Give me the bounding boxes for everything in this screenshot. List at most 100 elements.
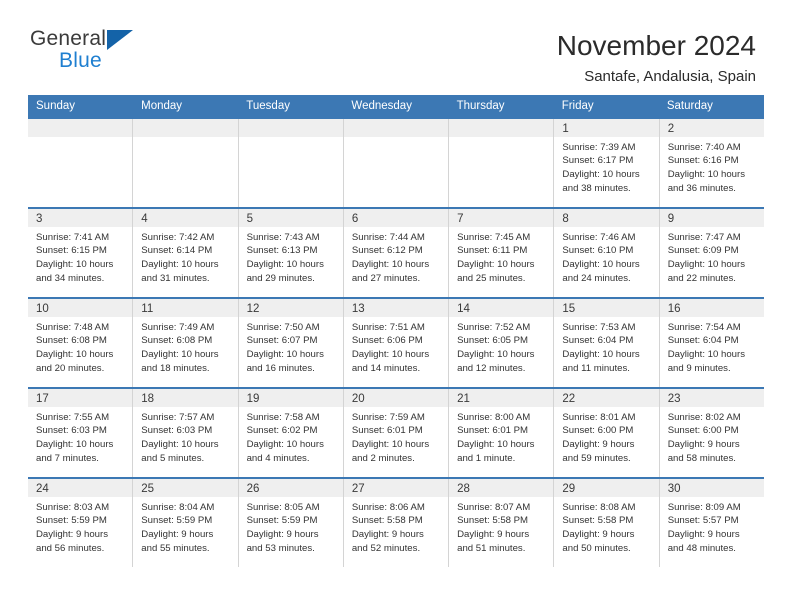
sunset-time: Sunset: 6:15 PM [36, 245, 107, 257]
day-number: 21 [449, 388, 554, 407]
sunset-time: Sunset: 6:06 PM [351, 335, 423, 347]
day-number: 3 [28, 208, 133, 227]
calendar-day-cell[interactable]: 17 Sunrise: 7:55 AM Sunset: 6:03 PM Dayligh… [28, 388, 134, 477]
calendar-day-cell[interactable]: 26 Sunrise: 8:05 AM Sunset: 5:59 PM Dayligh… [238, 478, 344, 567]
daylight-duration-line1: Daylight: 10 hours [36, 439, 114, 451]
location-subtitle: Santafe, Andalusia, Spain [584, 68, 756, 86]
daylight-duration-line1: Daylight: 10 hours [246, 439, 324, 451]
sunrise-time: Sunrise: 7:57 AM [141, 411, 215, 423]
calendar-day-cell-empty [343, 118, 450, 207]
calendar-day-cell[interactable]: 15 Sunrise: 7:53 AM Sunset: 6:04 PM Dayligh… [554, 298, 660, 387]
day-number [238, 118, 343, 137]
sunset-time: Sunset: 6:16 PM [667, 155, 739, 167]
page-header: General Blue November 2024 Santafe, Anda… [0, 0, 792, 95]
day-number: 30 [659, 478, 764, 497]
calendar-day-cell[interactable]: 29 Sunrise: 8:08 AM Sunset: 5:58 PM Dayligh… [554, 478, 660, 567]
calendar-day-cell[interactable]: 3 Sunrise: 7:41 AM Sunset: 6:15 PM Daylight… [28, 208, 134, 297]
daylight-duration-line2: and 59 minutes. [562, 452, 631, 464]
daylight-duration-line2: and 12 minutes. [457, 362, 526, 374]
calendar-day-cell[interactable]: 8 Sunrise: 7:46 AM Sunset: 6:10 PM Daylight… [554, 208, 660, 297]
sunrise-time: Sunrise: 7:58 AM [246, 411, 320, 423]
sunset-time: Sunset: 6:10 PM [562, 245, 634, 257]
sunrise-time: Sunrise: 8:04 AM [141, 501, 215, 513]
day-details: Sunrise: 7:59 AM Sunset: 6:01 PM Daylight:… [344, 407, 448, 465]
calendar-day-cell[interactable]: 1 Sunrise: 7:39 AM Sunset: 6:17 PM Daylight… [554, 118, 660, 207]
daylight-duration-line2: and 56 minutes. [36, 542, 105, 554]
sunset-time: Sunset: 6:03 PM [141, 425, 213, 437]
daylight-duration-line1: Daylight: 10 hours [141, 259, 219, 271]
calendar-day-cell[interactable]: 23 Sunrise: 8:02 AM Sunset: 6:00 PM Dayligh… [659, 388, 764, 477]
day-number: 6 [343, 208, 449, 227]
calendar-day-cell[interactable]: 14 Sunrise: 7:52 AM Sunset: 6:05 PM Dayligh… [449, 298, 555, 387]
weekday-header-thursday: Thursday [456, 100, 505, 112]
calendar-day-cell[interactable]: 2 Sunrise: 7:40 AM Sunset: 6:16 PM Daylight… [659, 118, 764, 207]
daylight-duration-line2: and 25 minutes. [457, 272, 526, 284]
sunset-time: Sunset: 6:00 PM [667, 425, 739, 437]
calendar-day-cell-empty [133, 118, 239, 207]
day-details: Sunrise: 7:53 AM Sunset: 6:04 PM Daylight:… [554, 317, 658, 375]
daylight-duration-line1: Daylight: 10 hours [667, 349, 746, 361]
calendar-day-cell[interactable]: 24 Sunrise: 8:03 AM Sunset: 5:59 PM Dayligh… [28, 478, 134, 567]
sunrise-time: Sunrise: 8:08 AM [562, 501, 636, 513]
day-number: 24 [28, 478, 133, 497]
calendar-day-cell[interactable]: 27 Sunrise: 8:06 AM Sunset: 5:58 PM Dayligh… [343, 478, 450, 567]
day-details: Sunrise: 8:01 AM Sunset: 6:00 PM Daylight:… [554, 407, 658, 465]
daylight-duration-line2: and 58 minutes. [667, 452, 736, 464]
calendar-day-cell[interactable]: 30 Sunrise: 8:09 AM Sunset: 5:57 PM Dayligh… [659, 478, 764, 567]
calendar-day-cell[interactable]: 18 Sunrise: 7:57 AM Sunset: 6:03 PM Dayligh… [133, 388, 239, 477]
day-details: Sunrise: 7:55 AM Sunset: 6:03 PM Daylight:… [28, 407, 132, 465]
sunrise-time: Sunrise: 8:06 AM [351, 501, 425, 513]
calendar-day-cell[interactable]: 20 Sunrise: 7:59 AM Sunset: 6:01 PM Dayligh… [343, 388, 450, 477]
calendar-day-cell[interactable]: 7 Sunrise: 7:45 AM Sunset: 6:11 PM Daylight… [449, 208, 555, 297]
calendar-day-cell[interactable]: 10 Sunrise: 7:48 AM Sunset: 6:08 PM Dayligh… [28, 298, 134, 387]
daylight-duration-line2: and 5 minutes. [141, 452, 205, 464]
daylight-duration-line1: Daylight: 10 hours [457, 259, 535, 271]
calendar-day-cell[interactable]: 12 Sunrise: 7:50 AM Sunset: 6:07 PM Dayligh… [238, 298, 344, 387]
calendar-day-cell[interactable]: 11 Sunrise: 7:49 AM Sunset: 6:08 PM Dayligh… [133, 298, 239, 387]
daylight-duration-line2: and 53 minutes. [246, 542, 315, 554]
calendar-day-cell[interactable]: 28 Sunrise: 8:07 AM Sunset: 5:58 PM Dayligh… [449, 478, 555, 567]
calendar-day-cell[interactable]: 9 Sunrise: 7:47 AM Sunset: 6:09 PM Daylight… [659, 208, 764, 297]
sunset-time: Sunset: 6:08 PM [36, 335, 107, 347]
daylight-duration-line2: and 18 minutes. [141, 362, 210, 374]
sunrise-time: Sunrise: 8:05 AM [246, 501, 320, 513]
day-details: Sunrise: 7:43 AM Sunset: 6:13 PM Daylight:… [239, 227, 343, 285]
daylight-duration-line1: Daylight: 10 hours [141, 349, 219, 361]
calendar-day-cell[interactable]: 21 Sunrise: 8:00 AM Sunset: 6:01 PM Dayligh… [449, 388, 555, 477]
daylight-duration-line2: and 38 minutes. [562, 182, 631, 194]
calendar-day-cell[interactable]: 4 Sunrise: 7:42 AM Sunset: 6:14 PM Daylight… [133, 208, 239, 297]
calendar-week-row: 17 Sunrise: 7:55 AM Sunset: 6:03 PM Dayligh… [28, 386, 764, 477]
logo-text-general: General [30, 27, 107, 50]
calendar-day-cell[interactable]: 5 Sunrise: 7:43 AM Sunset: 6:13 PM Daylight… [238, 208, 344, 297]
day-number: 15 [554, 298, 659, 317]
calendar-day-cell[interactable]: 22 Sunrise: 8:01 AM Sunset: 6:00 PM Dayligh… [554, 388, 660, 477]
daylight-duration-line2: and 22 minutes. [667, 272, 736, 284]
daylight-duration-line1: Daylight: 9 hours [667, 439, 740, 451]
daylight-duration-line1: Daylight: 9 hours [141, 529, 214, 541]
day-details: Sunrise: 8:08 AM Sunset: 5:58 PM Daylight:… [554, 497, 658, 555]
calendar-day-cell[interactable]: 19 Sunrise: 7:58 AM Sunset: 6:02 PM Dayligh… [238, 388, 344, 477]
day-number: 18 [133, 388, 238, 407]
daylight-duration-line1: Daylight: 10 hours [562, 349, 640, 361]
daylight-duration-line2: and 36 minutes. [667, 182, 736, 194]
daylight-duration-line1: Daylight: 9 hours [562, 439, 635, 451]
calendar-day-cell[interactable]: 6 Sunrise: 7:44 AM Sunset: 6:12 PM Daylight… [343, 208, 450, 297]
sunrise-time: Sunrise: 7:39 AM [562, 141, 636, 153]
sunrise-time: Sunrise: 7:40 AM [667, 141, 741, 153]
calendar-day-cell[interactable]: 25 Sunrise: 8:04 AM Sunset: 5:59 PM Dayligh… [133, 478, 239, 567]
generalblue-logo[interactable]: General Blue [30, 28, 150, 80]
daylight-duration-line2: and 7 minutes. [36, 452, 99, 464]
daylight-duration-line2: and 20 minutes. [36, 362, 105, 374]
day-details: Sunrise: 8:02 AM Sunset: 6:00 PM Daylight:… [660, 407, 764, 465]
day-details: Sunrise: 8:07 AM Sunset: 5:58 PM Daylight:… [449, 497, 553, 555]
daylight-duration-line1: Daylight: 9 hours [562, 529, 635, 541]
day-number [133, 118, 238, 137]
calendar-day-cell[interactable]: 13 Sunrise: 7:51 AM Sunset: 6:06 PM Dayligh… [343, 298, 450, 387]
sunrise-time: Sunrise: 7:59 AM [351, 411, 425, 423]
sunset-time: Sunset: 6:11 PM [457, 245, 528, 257]
calendar-day-cell[interactable]: 16 Sunrise: 7:54 AM Sunset: 6:04 PM Dayligh… [659, 298, 764, 387]
day-number: 13 [343, 298, 449, 317]
calendar-page: General Blue November 2024 Santafe, Anda… [0, 0, 792, 612]
sunset-time: Sunset: 5:59 PM [141, 515, 213, 527]
day-details: Sunrise: 8:05 AM Sunset: 5:59 PM Daylight:… [239, 497, 343, 555]
